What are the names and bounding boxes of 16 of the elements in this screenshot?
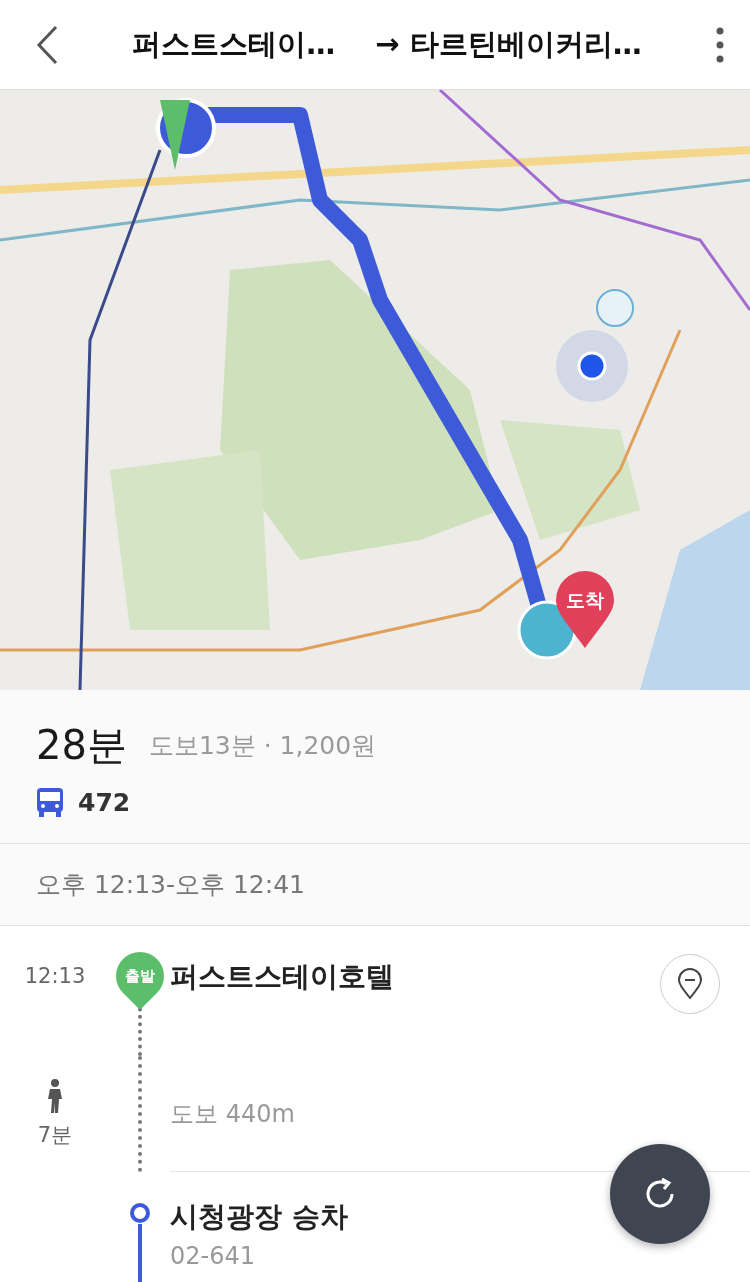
walk-distance: 도보 440m: [170, 1098, 296, 1130]
bus-icon: [36, 787, 64, 818]
origin-title[interactable]: 퍼스트스테이…: [132, 24, 336, 65]
bus-number: 472: [78, 787, 131, 817]
refresh-button[interactable]: [610, 1144, 710, 1244]
stop-number: 02-641: [170, 1242, 256, 1270]
route-detail: 도보13분 · 1,200원: [148, 730, 377, 763]
total-time: 28분: [36, 721, 127, 771]
time-range: 오후 12:13-오후 12:41: [36, 869, 305, 902]
more-icon: [716, 26, 724, 63]
back-icon: [36, 24, 58, 65]
step-time: 12:13: [24, 964, 86, 988]
walk-duration: 7분: [37, 1122, 73, 1149]
step-title: 시청광장 승차: [170, 1199, 349, 1235]
destination-title[interactable]: → 타르틴베이커리…: [375, 24, 642, 65]
map-pin-icon: [677, 968, 703, 1000]
